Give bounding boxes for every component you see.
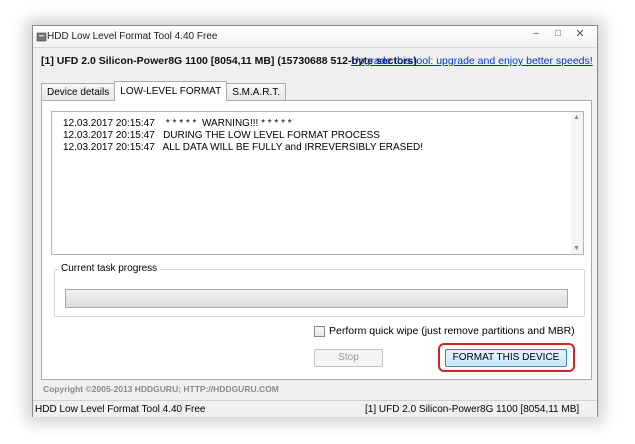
format-device-button[interactable]: FORMAT THIS DEVICE xyxy=(445,349,567,367)
stop-button[interactable]: Stop xyxy=(314,349,383,367)
low-level-format-panel: 12.03.2017 20:15:47 * * * * * WARNING!!!… xyxy=(41,100,592,380)
log-line: 12.03.2017 20:15:47 ALL DATA WILL BE FUL… xyxy=(63,142,424,153)
status-app-version: HDD Low Level Format Tool 4.40 Free xyxy=(35,404,206,415)
progress-bar xyxy=(65,289,568,308)
quick-wipe-checkbox[interactable] xyxy=(314,325,325,337)
progress-group: Current task progress xyxy=(54,263,585,317)
quick-wipe-label[interactable]: Perform quick wipe (just remove partitio… xyxy=(329,325,575,337)
title-bar[interactable]: HDD Low Level Format Tool 4.40 Free – □ … xyxy=(33,26,597,48)
minimize-button[interactable]: – xyxy=(525,26,547,42)
log-line: 12.03.2017 20:15:47 DURING THE LOW LEVEL… xyxy=(63,130,380,141)
progress-label: Current task progress xyxy=(59,263,160,274)
window-controls: – □ ✕ xyxy=(525,26,591,42)
status-device-info: [1] UFD 2.0 Silicon-Power8G 1100 [8054,1… xyxy=(365,404,580,415)
copyright-text: Copyright ©2005-2013 HDDGURU; HTTP://HDD… xyxy=(43,384,279,394)
scroll-down-icon[interactable]: ▼ xyxy=(573,245,580,252)
window-title: HDD Low Level Format Tool 4.40 Free xyxy=(47,31,218,42)
status-bar: HDD Low Level Format Tool 4.40 Free [1] … xyxy=(33,400,597,417)
tab-smart[interactable]: S.M.A.R.T. xyxy=(226,83,287,101)
tab-low-level-format[interactable]: LOW-LEVEL FORMAT xyxy=(114,81,228,101)
tab-device-details[interactable]: Device details xyxy=(41,83,116,101)
log-lines: 12.03.2017 20:15:47 * * * * * WARNING!!!… xyxy=(63,118,423,154)
tab-bar: Device details LOW-LEVEL FORMAT S.M.A.R.… xyxy=(41,81,287,101)
upgrade-link[interactable]: Upgrade this tool: upgrade and enjoy bet… xyxy=(351,55,593,67)
maximize-button[interactable]: □ xyxy=(547,26,569,42)
quick-wipe-option[interactable]: Perform quick wipe (just remove partitio… xyxy=(314,325,575,337)
log-textarea[interactable]: 12.03.2017 20:15:47 * * * * * WARNING!!!… xyxy=(51,111,584,255)
scroll-up-icon[interactable]: ▲ xyxy=(573,114,580,121)
vertical-scrollbar[interactable]: ▲ ▼ xyxy=(571,112,583,254)
close-button[interactable]: ✕ xyxy=(569,26,591,42)
log-line: 12.03.2017 20:15:47 * * * * * WARNING!!!… xyxy=(63,118,292,129)
app-window: HDD Low Level Format Tool 4.40 Free – □ … xyxy=(32,25,598,417)
